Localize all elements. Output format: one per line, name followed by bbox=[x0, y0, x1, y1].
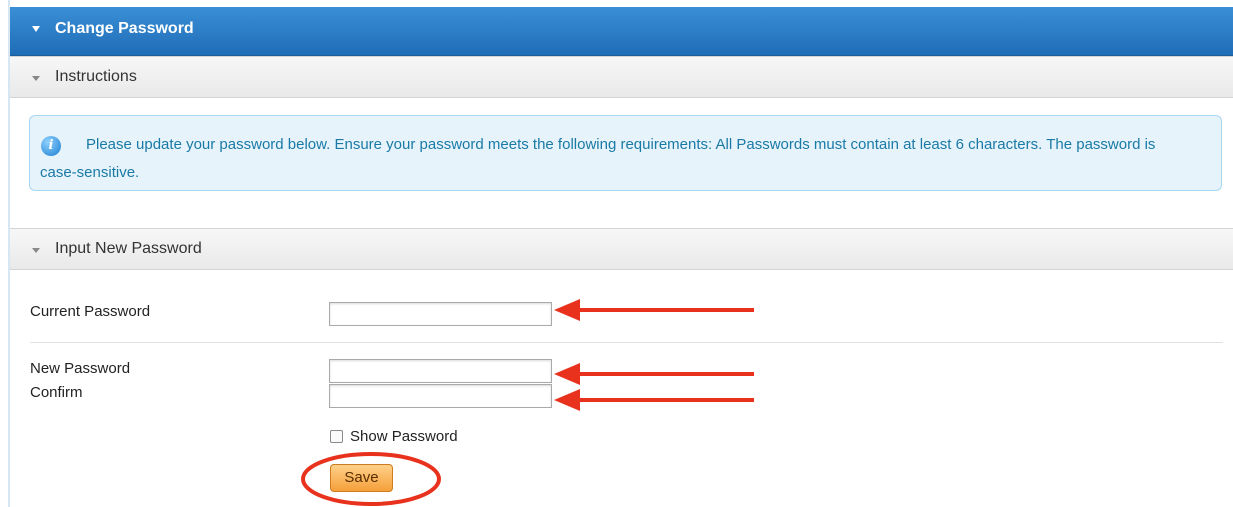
instructions-text: Please update your password below. Ensur… bbox=[40, 136, 1156, 181]
panel-title: Change Password bbox=[55, 20, 194, 37]
instructions-section-title: Instructions bbox=[55, 68, 137, 85]
arrowhead-icon bbox=[554, 389, 580, 411]
collapse-triangle-icon[interactable] bbox=[32, 76, 40, 81]
input-new-password-section-header[interactable]: Input New Password bbox=[10, 228, 1233, 270]
instructions-info-box: i Please update your password below. Ens… bbox=[29, 115, 1222, 191]
left-frame-edge bbox=[0, 0, 10, 507]
current-password-input[interactable] bbox=[329, 302, 552, 326]
new-password-label: New Password bbox=[30, 360, 131, 377]
panel-title-bar[interactable]: Change Password bbox=[10, 0, 1233, 56]
change-password-panel: Change Password Instructions i Please up… bbox=[10, 0, 1233, 507]
collapse-triangle-icon[interactable] bbox=[32, 248, 40, 253]
arrowhead-icon bbox=[554, 363, 580, 385]
instructions-section-header[interactable]: Instructions bbox=[10, 56, 1233, 98]
show-password-checkbox[interactable] bbox=[330, 430, 343, 443]
collapse-triangle-icon[interactable] bbox=[32, 26, 40, 32]
input-section-title: Input New Password bbox=[55, 240, 202, 257]
confirm-password-label: Confirm bbox=[30, 384, 83, 401]
arrowhead-icon bbox=[554, 299, 580, 321]
confirm-password-input[interactable] bbox=[329, 384, 552, 408]
show-password-label[interactable]: Show Password bbox=[350, 428, 458, 445]
current-password-label: Current Password bbox=[30, 303, 151, 320]
new-password-input[interactable] bbox=[329, 359, 552, 383]
save-button[interactable]: Save bbox=[330, 464, 393, 492]
form-divider bbox=[30, 342, 1223, 343]
